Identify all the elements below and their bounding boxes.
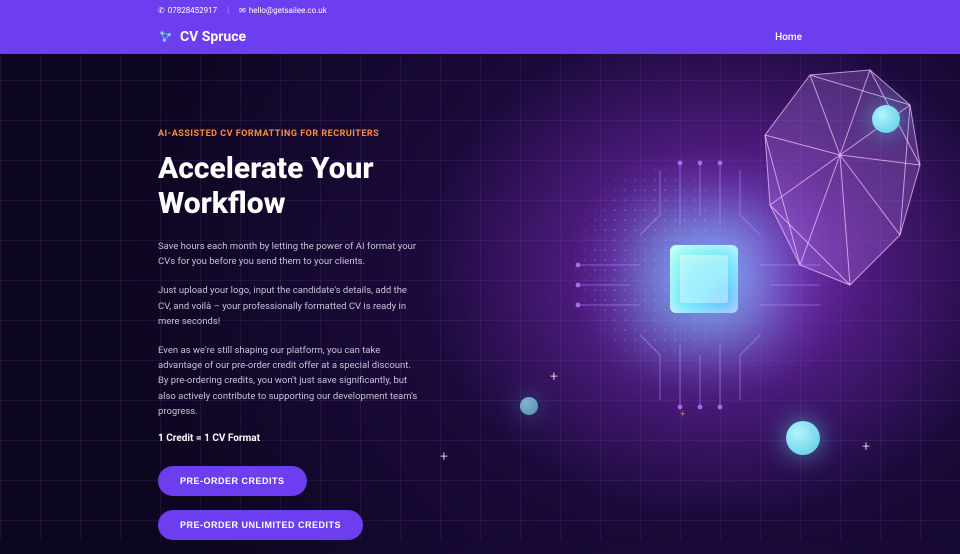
contact-bar: ✆ 07828452917 | ✉ hello@getsailee.co.uk — [0, 0, 960, 20]
eyebrow: AI-ASSISTED CV FORMATTING FOR RECRUITERS — [158, 129, 440, 139]
credit-info: 1 Credit = 1 CV Format — [158, 433, 440, 444]
logo-icon — [158, 29, 174, 45]
mail-icon: ✉ — [239, 6, 246, 15]
logo[interactable]: CV Spruce — [158, 29, 246, 45]
orb-3 — [520, 397, 538, 415]
brand-name: CV Spruce — [180, 29, 246, 45]
nav-home[interactable]: Home — [775, 32, 802, 43]
hero-graphic: + + + + — [490, 75, 910, 475]
nav-bar: CV Spruce Home — [0, 20, 960, 54]
orb-1 — [872, 105, 900, 133]
email-address[interactable]: hello@getsailee.co.uk — [249, 6, 327, 15]
dots-field — [530, 115, 790, 415]
separator: | — [227, 6, 229, 15]
plus-decoration: + — [862, 439, 870, 455]
preorder-credits-button[interactable]: PRE-ORDER CREDITS — [158, 466, 307, 496]
plus-decoration: + — [440, 449, 448, 465]
paragraph-1: Save hours each month by letting the pow… — [158, 239, 418, 269]
preorder-unlimited-button[interactable]: PRE-ORDER UNLIMITED CREDITS — [158, 510, 363, 540]
polygon-graphic — [750, 65, 930, 305]
chip-graphic — [670, 245, 738, 313]
hero-content: AI-ASSISTED CV FORMATTING FOR RECRUITERS… — [0, 54, 440, 554]
phone-number[interactable]: 07828452917 — [168, 6, 217, 15]
orb-2 — [786, 421, 820, 455]
plus-decoration: + — [550, 369, 558, 385]
phone-icon: ✆ — [158, 6, 165, 15]
headline: Accelerate Your Workflow — [158, 151, 440, 221]
plus-decoration: + — [680, 409, 686, 420]
paragraph-3: Even as we're still shaping our platform… — [158, 343, 418, 419]
paragraph-2: Just upload your logo, input the candida… — [158, 283, 418, 329]
circuit-lines — [570, 155, 830, 415]
